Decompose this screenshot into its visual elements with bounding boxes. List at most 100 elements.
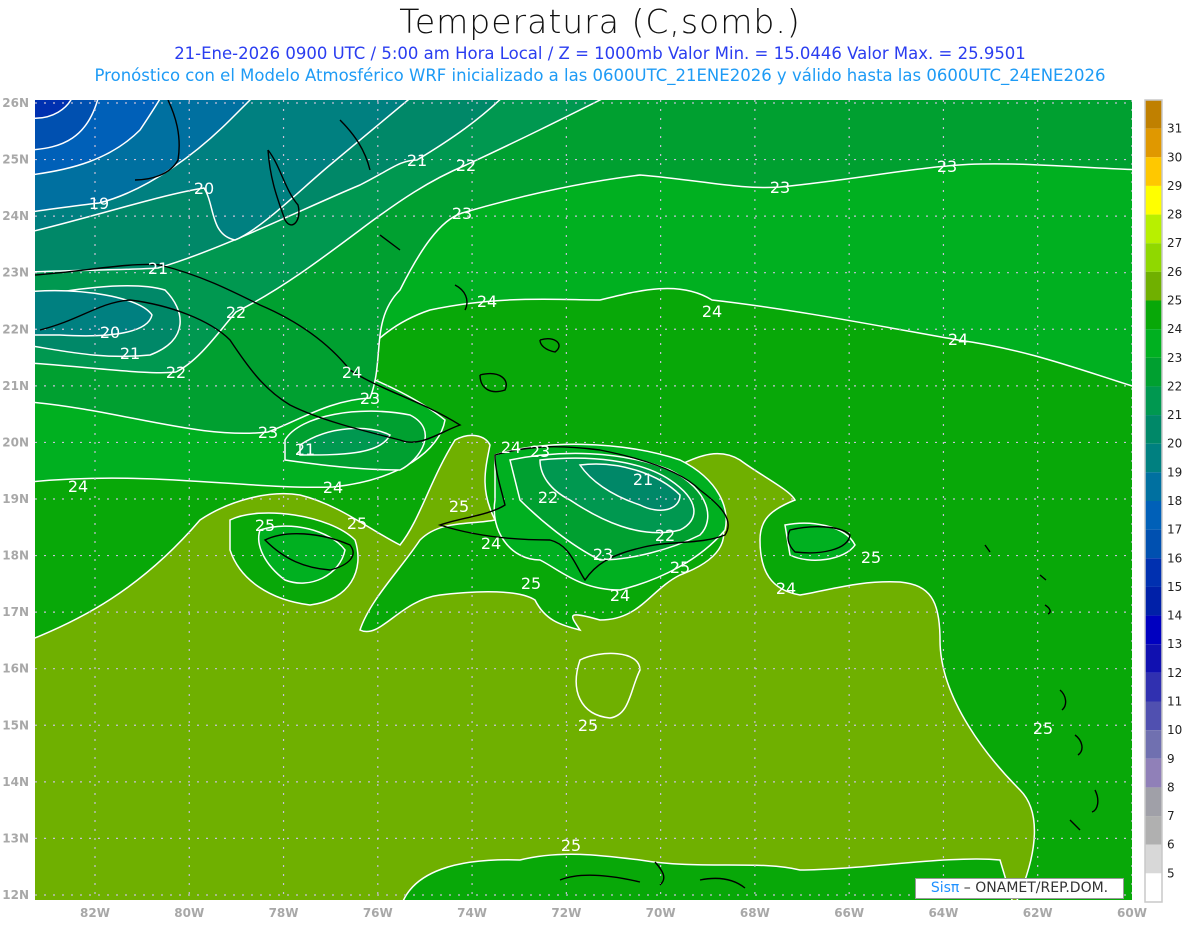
contour-label: 22 — [226, 303, 246, 322]
contour-label: 24 — [323, 478, 343, 497]
colorbar-label: 21 — [1167, 408, 1182, 422]
contour-label: 24 — [477, 292, 497, 311]
lat-tick-label: 15N — [2, 718, 29, 732]
colorbar-label: 16 — [1167, 551, 1182, 565]
colorbar-label: 6 — [1167, 838, 1175, 852]
contour-label: 24 — [342, 363, 362, 382]
colorbar-swatch — [1145, 586, 1162, 616]
colorbar-swatch — [1145, 185, 1162, 215]
lat-tick-label: 21N — [2, 379, 29, 393]
lon-tick-label: 78W — [269, 906, 299, 920]
colorbar-swatch — [1145, 357, 1162, 387]
lon-tick-label: 60W — [1117, 906, 1147, 920]
contour-label: 23 — [452, 204, 472, 223]
contour-label: 23 — [360, 389, 380, 408]
contour-label: 25 — [1033, 719, 1053, 738]
contour-label: 21 — [295, 440, 315, 459]
colorbar-label: 17 — [1167, 523, 1182, 537]
contour-label: 25 — [255, 516, 275, 535]
colorbar-label: 12 — [1167, 666, 1182, 680]
colorbar-swatch — [1145, 644, 1162, 673]
lon-tick-label: 64W — [928, 906, 958, 920]
colorbar-swatch — [1145, 787, 1162, 817]
lon-tick-label: 62W — [1023, 906, 1053, 920]
colorbar-swatch — [1145, 701, 1162, 731]
colorbar-swatch — [1145, 386, 1162, 416]
lat-tick-label: 12N — [2, 888, 29, 902]
lat-tick-label: 14N — [2, 775, 29, 789]
contour-label: 21 — [120, 344, 140, 363]
colorbar-label: 20 — [1167, 437, 1182, 451]
colorbar-label: 29 — [1167, 179, 1182, 193]
contour-label: 24 — [776, 579, 796, 598]
map-area: 19 20 21 22 23 23 23 21 22 20 21 22 24 2… — [35, 100, 1132, 900]
colorbar-label: 26 — [1167, 265, 1182, 279]
lon-tick-label: 72W — [551, 906, 581, 920]
colorbar-swatch — [1145, 243, 1162, 272]
colorbar-swatch — [1145, 501, 1162, 530]
lon-tick-label: 80W — [174, 906, 204, 920]
colorbar-swatch — [1145, 558, 1162, 587]
contour-label: 23 — [258, 423, 278, 442]
contour-label: 21 — [407, 151, 427, 170]
contour-label: 23 — [937, 157, 957, 176]
contour-label: 20 — [100, 323, 120, 342]
contour-label: 22 — [166, 363, 186, 382]
credit-text: – ONAMET/REP.DOM. — [959, 880, 1109, 896]
colorbar-label: 18 — [1167, 494, 1182, 508]
lat-tick-label: 18N — [2, 549, 29, 563]
contour-label: 21 — [148, 259, 168, 278]
colorbar-swatch — [1145, 844, 1162, 874]
colorbar-swatch — [1145, 472, 1162, 501]
lon-tick-label: 70W — [646, 906, 676, 920]
colorbar-swatch — [1145, 672, 1162, 702]
colorbar-label: 31 — [1167, 122, 1182, 136]
contour-label: 24 — [702, 302, 722, 321]
lat-tick-label: 25N — [2, 153, 29, 167]
colorbar-label: 23 — [1167, 351, 1182, 365]
contour-label: 25 — [449, 497, 469, 516]
lat-tick-label: 24N — [2, 209, 29, 223]
lat-tick-label: 16N — [2, 662, 29, 676]
colorbar-label: 22 — [1167, 379, 1182, 393]
colorbar-label: 24 — [1167, 322, 1182, 336]
lat-tick-label: 17N — [2, 605, 29, 619]
lon-tick-label: 68W — [740, 906, 770, 920]
lon-tick-label: 66W — [834, 906, 864, 920]
colorbar-label: 9 — [1167, 752, 1175, 766]
colorbar-swatch — [1145, 100, 1162, 129]
colorbar-label: 14 — [1167, 609, 1182, 623]
contour-label: 24 — [501, 438, 521, 457]
lon-tick-label: 76W — [363, 906, 393, 920]
lat-tick-label: 13N — [2, 831, 29, 845]
contour-label: 25 — [561, 836, 581, 855]
contour-label: 22 — [538, 488, 558, 507]
colorbar-swatch — [1145, 300, 1162, 330]
contour-label: 24 — [948, 330, 968, 349]
contour-label: 25 — [521, 574, 541, 593]
contour-label: 23 — [530, 442, 550, 461]
colorbar-swatch — [1145, 157, 1162, 186]
contour-label: 20 — [194, 179, 214, 198]
temperature-map: 19 20 21 22 23 23 23 21 22 20 21 22 24 2… — [2, 96, 1182, 920]
colorbar-label: 30 — [1167, 150, 1182, 164]
colorbar-label: 13 — [1167, 637, 1182, 651]
contour-label: 23 — [770, 178, 790, 197]
colorbar-label: 11 — [1167, 695, 1182, 709]
colorbar-swatch — [1145, 730, 1162, 759]
contour-label: 25 — [578, 716, 598, 735]
contour-label: 24 — [68, 477, 88, 496]
colorbar-swatch — [1145, 816, 1162, 845]
lon-tick-label: 74W — [457, 906, 487, 920]
contour-label: 21 — [633, 470, 653, 489]
colorbar-swatch — [1145, 128, 1162, 158]
colorbar-swatch — [1145, 615, 1162, 645]
colorbar-label: 8 — [1167, 780, 1175, 794]
colorbar: 31 30 29 28 27 26 25 24 23 22 21 20 19 18 17 16 15 14 13 12… — [1144, 99, 1182, 903]
lon-tick-label: 82W — [80, 906, 110, 920]
contour-label: 25 — [347, 514, 367, 533]
colorbar-label: 5 — [1167, 866, 1175, 880]
lat-tick-label: 26N — [2, 96, 29, 110]
lat-tick-label: 23N — [2, 266, 29, 280]
colorbar-label: 10 — [1167, 723, 1182, 737]
